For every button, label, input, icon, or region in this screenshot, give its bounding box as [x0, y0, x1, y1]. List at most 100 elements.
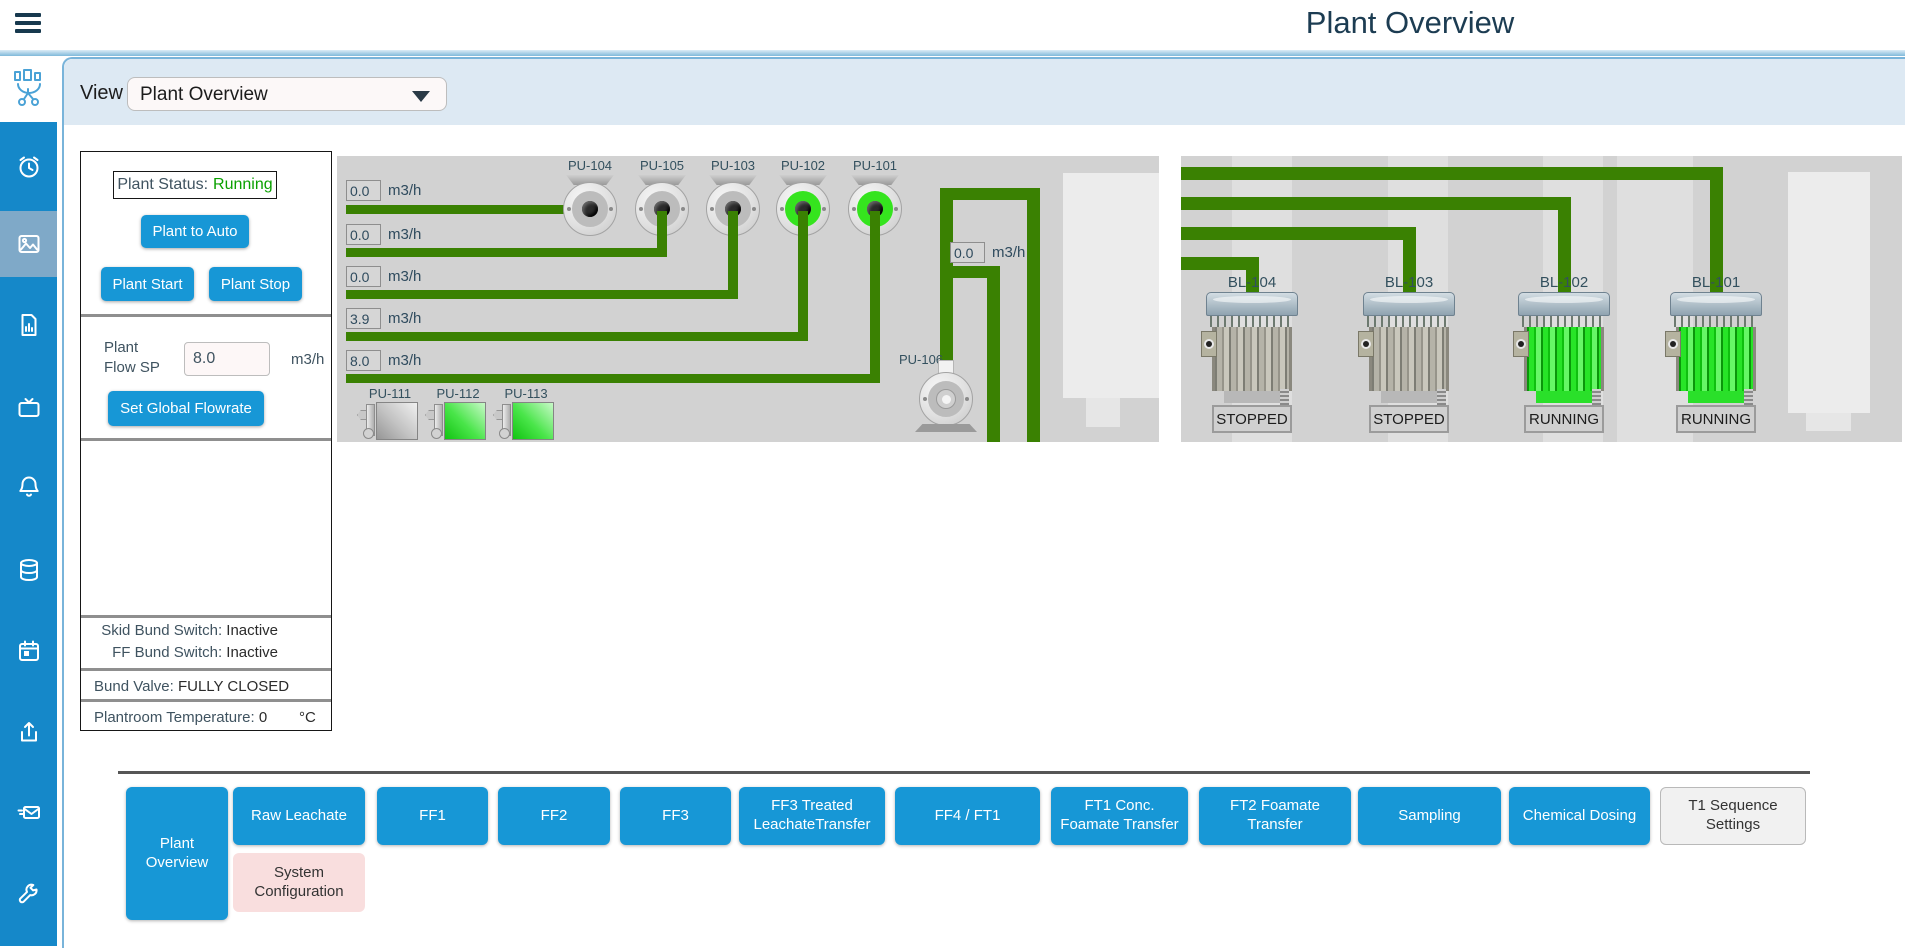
- nav-tab-ff1[interactable]: FF1: [377, 787, 488, 845]
- nav-tab-raw-leachate[interactable]: Raw Leachate: [233, 787, 365, 845]
- flow-readout-row: 0.0 m3/h: [346, 224, 421, 245]
- wrench-icon: [16, 881, 42, 907]
- skid-bund-switch-label: Skid Bund Switch:: [101, 622, 222, 639]
- section-divider: [81, 699, 331, 702]
- nav-tab-ff3[interactable]: FF3: [620, 787, 731, 845]
- pipe: [346, 205, 592, 214]
- set-global-flowrate-button[interactable]: Set Global Flowrate: [108, 391, 264, 426]
- pipe: [346, 248, 662, 257]
- blower-cap: [1363, 292, 1455, 316]
- blower-BL-104[interactable]: BL-104 STOPPED: [1206, 274, 1298, 434]
- chevron-down-icon: [412, 91, 430, 102]
- blower-station-diagram: BL-104 STOPPED BL-103 STOPPED BL-102: [1181, 156, 1902, 442]
- flow-readout-row: 0.0 m3/h: [346, 180, 421, 201]
- dosing-pump-unit: PU-111: [357, 386, 423, 444]
- blower-junction-box: [1513, 331, 1529, 357]
- nav-tab-ft1-conc-foamate-transfer[interactable]: FT1 Conc. Foamate Transfer: [1051, 787, 1188, 845]
- header-divider: [0, 50, 1905, 56]
- flow-unit: m3/h: [388, 352, 421, 369]
- flow-readout-row: 8.0 m3/h: [346, 350, 421, 371]
- plantroom-temperature-unit: °C: [299, 709, 316, 726]
- view-label: View: [80, 82, 123, 105]
- app-logo[interactable]: [0, 56, 57, 122]
- hamburger-menu-icon[interactable]: [15, 13, 41, 37]
- sidebar-item-reports[interactable]: [0, 292, 57, 358]
- pipe: [940, 188, 1040, 200]
- flow-unit: m3/h: [388, 310, 421, 327]
- pipe: [346, 290, 733, 299]
- blower-BL-103[interactable]: BL-103 STOPPED: [1363, 274, 1455, 434]
- blower-fins: [1674, 316, 1758, 327]
- dosing-pump-unit: PU-112: [425, 386, 491, 444]
- blower-body: [1369, 327, 1449, 391]
- plant-flow-sp-input[interactable]: [184, 342, 270, 376]
- flow-value: 0.0: [950, 242, 985, 263]
- send-mail-icon: [16, 800, 42, 826]
- blower-status-badge: STOPPED: [1212, 405, 1292, 433]
- sidebar-item-database[interactable]: [0, 537, 57, 603]
- pump-PU-106[interactable]: [919, 372, 973, 426]
- pump-label: PU-103: [693, 158, 773, 173]
- sidebar-item-scheduler[interactable]: [0, 134, 57, 200]
- plant-logo-icon: [12, 69, 46, 109]
- sidebar-item-display[interactable]: [0, 375, 57, 441]
- skid-bund-switch-value: Inactive: [226, 622, 278, 639]
- clock-icon: [16, 154, 42, 180]
- sidebar-item-maintenance[interactable]: [0, 861, 57, 927]
- blower-cap: [1206, 292, 1298, 316]
- pump-label: PU-105: [622, 158, 702, 173]
- pipe: [1027, 188, 1040, 442]
- pipe: [798, 211, 808, 341]
- app-window: Plant Overview: [0, 0, 1905, 946]
- blower-base: [1688, 391, 1744, 403]
- plant-stop-button[interactable]: Plant Stop: [209, 267, 302, 301]
- dosing-pump-PU-113[interactable]: [512, 402, 554, 440]
- ff-bund-switch-row: FF Bund Switch: Inactive: [81, 644, 333, 661]
- ff-bund-switch-label: FF Bund Switch:: [112, 644, 222, 661]
- blower-label: BL-101: [1670, 274, 1762, 291]
- nav-tab-ft2-foamate-transfer[interactable]: FT2 Foamate Transfer: [1199, 787, 1351, 845]
- plant-start-button[interactable]: Plant Start: [101, 267, 194, 301]
- dosing-pump-PU-112[interactable]: [444, 402, 486, 440]
- page-title: Plant Overview: [1180, 5, 1640, 41]
- storage-tank-foot: [1806, 413, 1851, 431]
- view-dropdown-value: Plant Overview: [140, 84, 268, 105]
- blower-junction-box: [1201, 331, 1217, 357]
- nav-tab-plant-overview[interactable]: Plant Overview: [126, 787, 228, 920]
- plant-flow-sp-unit: m3/h: [291, 351, 324, 368]
- sidebar-item-plant-mimic[interactable]: [0, 211, 57, 277]
- sidebar-item-export[interactable]: [0, 699, 57, 765]
- calendar-icon: [16, 638, 42, 664]
- dosing-pump-PU-111[interactable]: [376, 402, 418, 440]
- flow-readout-row: 0.0 m3/h: [346, 266, 421, 287]
- nav-tab-t1-sequence-settings[interactable]: T1 Sequence Settings: [1660, 787, 1806, 845]
- nav-tab-ff3-treated-leachate-transfer[interactable]: FF3 Treated LeachateTransfer: [739, 787, 885, 845]
- plant-status-box: Plant Status: Running: [113, 171, 277, 199]
- dosing-valve-ball: [499, 428, 510, 439]
- flow-unit: m3/h: [992, 244, 1025, 261]
- dosing-valve-ball: [431, 428, 442, 439]
- storage-tank-foot: [1086, 398, 1120, 427]
- section-divider: [81, 438, 331, 441]
- nav-tab-ff2[interactable]: FF2: [498, 787, 610, 845]
- nav-tab-system-configuration[interactable]: System Configuration: [233, 853, 365, 912]
- plant-flow-sp-label: Plant Flow SP: [104, 338, 174, 379]
- pump-PU-104[interactable]: [563, 182, 617, 236]
- sidebar-item-messages[interactable]: [0, 780, 57, 846]
- blower-body: [1212, 327, 1292, 391]
- view-dropdown[interactable]: Plant Overview: [127, 77, 447, 111]
- nav-tab-ff4-ft1[interactable]: FF4 / FT1: [895, 787, 1040, 845]
- nav-tab-sampling[interactable]: Sampling: [1358, 787, 1501, 845]
- nav-tab-chemical-dosing[interactable]: Chemical Dosing: [1509, 787, 1650, 845]
- database-icon: [16, 557, 42, 583]
- storage-tank: [1063, 173, 1159, 398]
- section-divider: [81, 314, 331, 317]
- blower-BL-102[interactable]: BL-102 RUNNING: [1518, 274, 1610, 434]
- blower-BL-101[interactable]: BL-101 RUNNING: [1670, 274, 1762, 434]
- report-file-icon: [16, 312, 42, 338]
- plant-status-label: Plant Status:: [117, 176, 208, 194]
- sidebar-item-calendar[interactable]: [0, 618, 57, 684]
- sidebar-item-alarms[interactable]: [0, 454, 57, 520]
- plant-to-auto-button[interactable]: Plant to Auto: [141, 215, 249, 248]
- plant-status-value: Running: [213, 176, 273, 194]
